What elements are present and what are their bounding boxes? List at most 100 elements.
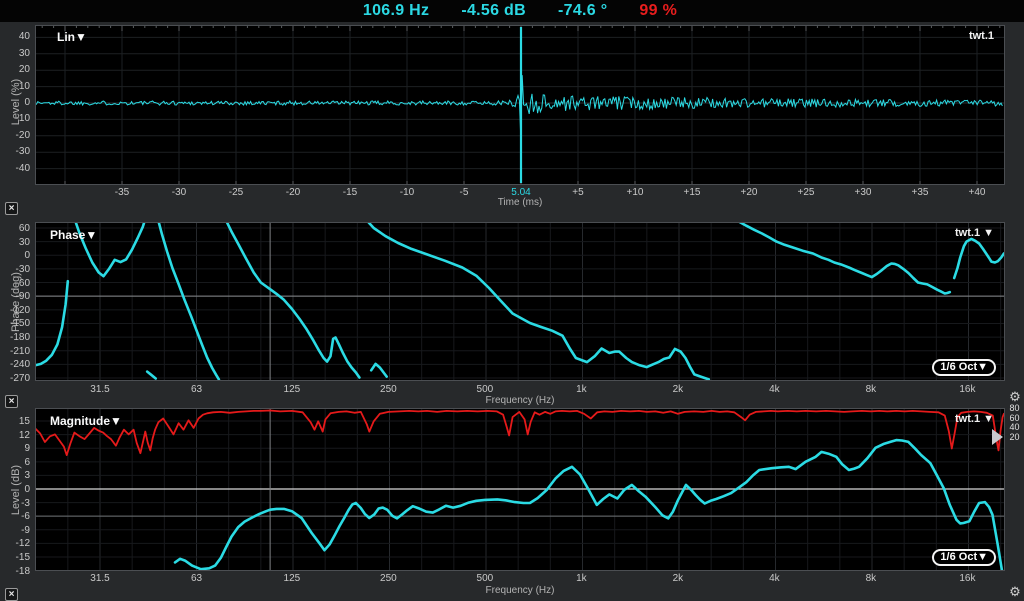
phase-y-tick: 60 xyxy=(0,223,30,234)
settings-gear-icon-mag[interactable]: ⚙ xyxy=(1007,585,1023,599)
mag-y-tick: -9 xyxy=(0,525,30,536)
ir-x-tick: -20 xyxy=(286,187,300,198)
mag-x-tick: 500 xyxy=(477,573,494,584)
mag-y-tick: 6 xyxy=(0,457,30,468)
ir-y-tick: -30 xyxy=(0,146,30,157)
smaart-window: 106.9 Hz -4.56 dB -74.6 ° 99 % Level (%)… xyxy=(0,0,1024,601)
readout-magnitude: -4.56 dB xyxy=(461,2,526,20)
mag-x-axis-title: Frequency (Hz) xyxy=(35,585,1005,596)
phase-x-tick: 500 xyxy=(477,384,494,395)
mag-x-tick: 31.5 xyxy=(90,573,109,584)
phase-x-tick: 1k xyxy=(576,384,587,395)
phase-x-tick: 2k xyxy=(673,384,684,395)
ir-chart[interactable] xyxy=(35,25,1005,185)
ir-x-tick: -30 xyxy=(172,187,186,198)
ir-x-tick: +35 xyxy=(912,187,929,198)
magnitude-trace xyxy=(175,440,1004,571)
phase-x-tick: 31.5 xyxy=(90,384,109,395)
ir-x-tick: -15 xyxy=(343,187,357,198)
phase-y-tick: -240 xyxy=(0,359,30,370)
mag-smoothing-selector[interactable]: 1/6 Oct▼ xyxy=(932,549,996,566)
coherence-scale-label: 20 xyxy=(1006,432,1023,442)
phase-y-tick: -60 xyxy=(0,278,30,289)
close-pane-button-mag[interactable]: × xyxy=(5,588,18,601)
ir-y-tick: 0 xyxy=(0,97,30,108)
readout-frequency: 106.9 Hz xyxy=(363,2,429,20)
phase-y-tick: -30 xyxy=(0,264,30,275)
phase-x-tick: 125 xyxy=(284,384,301,395)
mag-y-tick: 0 xyxy=(0,484,30,495)
ir-trace-selector[interactable]: twt.1 xyxy=(969,30,994,42)
mag-y-tick: -12 xyxy=(0,538,30,549)
ir-x-tick: +30 xyxy=(855,187,872,198)
phase-y-tick: -150 xyxy=(0,318,30,329)
ir-x-tick: 5.04 xyxy=(511,187,530,198)
coherence-scale-label: 80 xyxy=(1006,403,1023,413)
phase-x-tick: 63 xyxy=(191,384,202,395)
coherence-threshold-marker[interactable] xyxy=(992,429,1003,445)
mag-trace-selector[interactable]: twt.1 ▼ xyxy=(955,413,994,425)
ir-x-tick: +20 xyxy=(741,187,758,198)
phase-y-tick: 30 xyxy=(0,237,30,248)
coherence-scale-label: 40 xyxy=(1006,422,1023,432)
ir-y-tick: -20 xyxy=(0,130,30,141)
ir-y-tick: 30 xyxy=(0,48,30,59)
phase-smoothing-selector[interactable]: 1/6 Oct▼ xyxy=(932,359,996,376)
phase-panel: Phase (deg) Phase▼ twt.1 ▼ 1/6 Oct▼ Freq… xyxy=(0,210,1024,407)
phase-plot[interactable]: Phase▼ twt.1 ▼ 1/6 Oct▼ xyxy=(35,222,1005,381)
phase-y-tick: -120 xyxy=(0,305,30,316)
ir-x-tick: -25 xyxy=(229,187,243,198)
mag-y-tick: 12 xyxy=(0,430,30,441)
phase-trace xyxy=(158,222,219,379)
ir-plot[interactable]: Lin▼ twt.1 xyxy=(35,25,1005,185)
ir-x-tick: -35 xyxy=(115,187,129,198)
ir-x-tick: +40 xyxy=(969,187,986,198)
ir-y-tick: 40 xyxy=(0,31,30,42)
ir-x-tick: -10 xyxy=(400,187,414,198)
phase-trace xyxy=(225,222,359,378)
phase-x-tick: 250 xyxy=(380,384,397,395)
mag-x-tick: 2k xyxy=(673,573,684,584)
cursor-readout-bar: 106.9 Hz -4.56 dB -74.6 ° 99 % xyxy=(0,0,1024,23)
phase-y-tick: -210 xyxy=(0,346,30,357)
readout-coherence: 99 % xyxy=(639,2,677,20)
mag-y-tick: -18 xyxy=(0,566,30,577)
mag-x-tick: 250 xyxy=(380,573,397,584)
mag-x-tick: 8k xyxy=(866,573,877,584)
close-pane-button-ir[interactable]: × xyxy=(5,202,18,215)
ir-x-tick: +10 xyxy=(627,187,644,198)
phase-x-tick: 8k xyxy=(866,384,877,395)
phase-y-tick: -180 xyxy=(0,332,30,343)
phase-mode-dropdown[interactable]: Phase▼ xyxy=(50,228,97,242)
mag-y-tick: 9 xyxy=(0,443,30,454)
mag-x-tick: 63 xyxy=(191,573,202,584)
impulse-response-panel: Level (%) Lin▼ twt.1 Time (ms) 403020100… xyxy=(0,22,1024,212)
ir-y-tick: -10 xyxy=(0,113,30,124)
phase-trace xyxy=(147,372,156,379)
mag-mode-dropdown[interactable]: Magnitude▼ xyxy=(50,414,122,428)
phase-x-tick: 4k xyxy=(769,384,780,395)
ir-y-tick: 20 xyxy=(0,64,30,75)
cursor-readout: 106.9 Hz -4.56 dB -74.6 ° 99 % xyxy=(35,2,1005,20)
close-pane-button-phase[interactable]: × xyxy=(5,395,18,408)
phase-trace-selector[interactable]: twt.1 ▼ xyxy=(955,227,994,239)
mag-y-tick: -15 xyxy=(0,552,30,563)
mag-x-tick: 4k xyxy=(769,573,780,584)
phase-x-tick: 16k xyxy=(959,384,975,395)
magnitude-chart[interactable] xyxy=(35,408,1005,571)
ir-x-tick: +15 xyxy=(684,187,701,198)
phase-chart[interactable] xyxy=(35,222,1005,381)
ir-mode-dropdown[interactable]: Lin▼ xyxy=(57,30,87,44)
ir-y-tick: 10 xyxy=(0,81,30,92)
ir-x-tick: +5 xyxy=(572,187,583,198)
coherence-scale-label: 60 xyxy=(1006,413,1023,423)
mag-y-tick: -3 xyxy=(0,498,30,509)
mag-y-tick: -6 xyxy=(0,511,30,522)
settings-gear-icon-phase[interactable]: ⚙ xyxy=(1007,390,1023,404)
mag-y-tick: 15 xyxy=(0,416,30,427)
magnitude-plot[interactable]: Magnitude▼ twt.1 ▼ 1/6 Oct▼ xyxy=(35,408,1005,571)
mag-x-tick: 125 xyxy=(284,573,301,584)
phase-trace xyxy=(371,364,387,377)
magnitude-panel: Level (dB) Magnitude▼ twt.1 ▼ 1/6 Oct▼ F… xyxy=(0,405,1024,601)
phase-y-tick: 0 xyxy=(0,250,30,261)
